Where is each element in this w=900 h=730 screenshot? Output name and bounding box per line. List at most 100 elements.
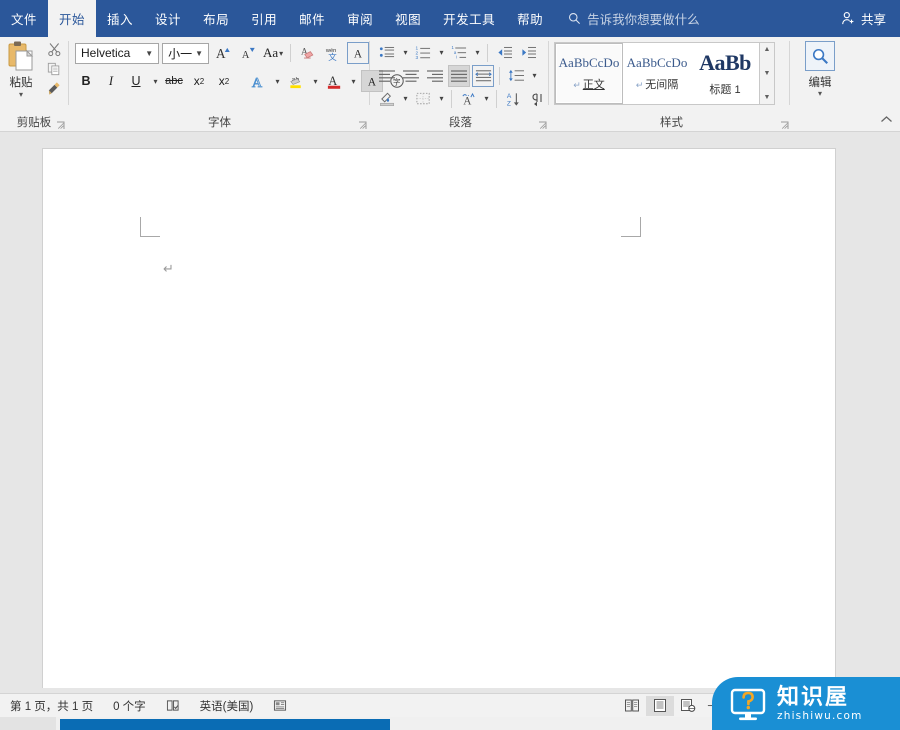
collapse-ribbon-button[interactable]: [880, 115, 893, 127]
tab-layout[interactable]: 布局: [192, 0, 240, 37]
document-area[interactable]: ↵: [0, 133, 900, 693]
document-page[interactable]: ↵: [42, 148, 836, 688]
grow-font-button[interactable]: A: [212, 42, 234, 64]
tab-developer[interactable]: 开发工具: [432, 0, 506, 37]
bullet-list-dropdown[interactable]: ▾: [400, 42, 410, 64]
asian-layout-dropdown[interactable]: ▾: [481, 88, 491, 110]
font-color-button[interactable]: A: [323, 70, 345, 92]
decrease-indent-button[interactable]: [493, 42, 515, 64]
status-proofing[interactable]: [156, 699, 190, 712]
align-center-button[interactable]: [400, 65, 422, 87]
distributed-align-button[interactable]: [472, 64, 494, 87]
dialog-launcher-styles[interactable]: [780, 121, 789, 130]
text-highlight-button[interactable]: ab: [285, 70, 307, 92]
pilcrow-icon: ↵: [573, 80, 581, 90]
status-word-count[interactable]: 0 个字: [103, 698, 156, 714]
superscript-button[interactable]: x2: [213, 70, 235, 92]
more-styles-icon[interactable]: ▼: [764, 93, 771, 102]
group-paragraph: ▾ 123 ▾ 1ai ▾ ▾ ▾ ▾ A ▾ A Z: [370, 37, 548, 112]
font-name-combo[interactable]: Helvetica ▼: [75, 42, 160, 64]
borders-dropdown[interactable]: ▾: [436, 88, 446, 110]
clear-formatting-button[interactable]: A: [297, 42, 319, 64]
underline-button[interactable]: U: [125, 70, 147, 92]
styles-gallery-scroll[interactable]: ▲ ▼ ▼: [760, 42, 775, 105]
scissors-icon[interactable]: [47, 42, 62, 57]
underline-dropdown[interactable]: ▾: [150, 70, 160, 92]
change-case-button[interactable]: Aa ▾: [262, 42, 284, 64]
shading-button[interactable]: [376, 88, 398, 110]
status-accessibility[interactable]: [263, 699, 297, 712]
ribbon-group-labels: 剪贴板 字体 段落 样式: [0, 112, 900, 132]
text-effects-button[interactable]: A: [247, 70, 269, 92]
justify-button[interactable]: [448, 64, 470, 87]
asian-layout-button[interactable]: A: [457, 88, 479, 110]
sort-button[interactable]: AZ: [502, 88, 524, 110]
tab-home[interactable]: 开始: [48, 0, 97, 37]
numbered-list-dropdown[interactable]: ▾: [436, 42, 446, 64]
para-sep-1: [487, 43, 488, 62]
margin-mark-top-left: [140, 217, 160, 237]
multilevel-list-button[interactable]: 1ai: [448, 42, 470, 64]
tab-references[interactable]: 引用: [240, 0, 288, 37]
line-spacing-button[interactable]: [505, 65, 527, 87]
multilevel-list-dropdown[interactable]: ▾: [472, 42, 482, 64]
tab-design[interactable]: 设计: [144, 0, 192, 37]
show-paragraph-marks-button[interactable]: [526, 88, 548, 110]
character-border-button[interactable]: A: [347, 42, 369, 64]
style-item-no-spacing[interactable]: AaBbCcDo ↵ 无间隔: [623, 43, 691, 104]
editing-dropdown-caret[interactable]: ▾: [818, 90, 822, 98]
style-item-normal[interactable]: AaBbCcDo ↵ 正文: [555, 43, 623, 104]
para-sep-3: [451, 89, 452, 108]
copy-icon[interactable]: [47, 62, 61, 76]
text-effects-dropdown[interactable]: ▾: [272, 70, 282, 92]
font-color-dropdown[interactable]: ▾: [348, 70, 358, 92]
status-page-info[interactable]: 第 1 页，共 1 页: [0, 698, 103, 714]
proofing-errors-icon: [166, 699, 180, 712]
increase-indent-button[interactable]: [517, 42, 539, 64]
font-size-value: 小一: [168, 46, 193, 61]
line-spacing-dropdown[interactable]: ▾: [529, 65, 539, 87]
align-left-button[interactable]: [376, 65, 398, 87]
scroll-up-icon[interactable]: ▲: [764, 45, 771, 54]
tell-me-box[interactable]: 告诉我你想要做什么: [554, 0, 710, 37]
svg-text:Z: Z: [506, 100, 510, 106]
scroll-down-icon[interactable]: ▼: [764, 69, 771, 78]
paste-button[interactable]: 粘贴 ▾: [0, 37, 42, 109]
borders-button[interactable]: [412, 88, 434, 110]
view-print-layout-button[interactable]: [646, 695, 674, 716]
tab-view[interactable]: 视图: [384, 0, 432, 37]
font-size-combo[interactable]: 小一 ▼: [162, 42, 210, 64]
shading-dropdown[interactable]: ▾: [400, 88, 410, 110]
strikethrough-button[interactable]: abc: [163, 70, 185, 92]
align-right-button[interactable]: [424, 65, 446, 87]
group-label-clipboard: 剪贴板: [0, 112, 68, 132]
status-language[interactable]: 英语(美国): [190, 698, 264, 714]
tab-help[interactable]: 帮助: [506, 0, 554, 37]
share-button[interactable]: 共享: [841, 0, 900, 37]
find-button[interactable]: [805, 41, 835, 71]
bullet-list-button[interactable]: [376, 42, 398, 64]
phonetic-guide-button[interactable]: wén 文: [322, 42, 344, 64]
style-sample: AaBb: [699, 50, 751, 75]
highlight-dropdown[interactable]: ▾: [310, 70, 320, 92]
group-styles: AaBbCcDo ↵ 正文 AaBbCcDo ↵ 无间隔 AaBb 标题 1 ▲ ▼: [549, 37, 789, 112]
bold-button[interactable]: B: [75, 70, 97, 92]
italic-button[interactable]: I: [100, 70, 122, 92]
numbered-list-button[interactable]: 123: [412, 42, 434, 64]
paste-dropdown-caret[interactable]: ▾: [19, 91, 23, 99]
subscript-button[interactable]: x2: [188, 70, 210, 92]
shrink-font-button[interactable]: A: [237, 42, 259, 64]
tab-insert[interactable]: 插入: [96, 0, 144, 37]
taskbar-window-item[interactable]: [60, 719, 390, 730]
tab-review[interactable]: 审阅: [336, 0, 384, 37]
editing-label: 编辑: [808, 77, 832, 89]
style-item-heading1[interactable]: AaBb 标题 1: [691, 43, 759, 104]
tab-mailings[interactable]: 邮件: [288, 0, 336, 37]
view-read-mode-button[interactable]: [618, 696, 646, 716]
dialog-launcher-font[interactable]: [358, 121, 367, 130]
dialog-launcher-clipboard[interactable]: [56, 121, 65, 130]
view-web-layout-button[interactable]: [674, 696, 702, 716]
format-painter-icon[interactable]: [47, 81, 62, 96]
tab-file[interactable]: 文件: [0, 0, 48, 37]
dialog-launcher-paragraph[interactable]: [538, 121, 547, 130]
